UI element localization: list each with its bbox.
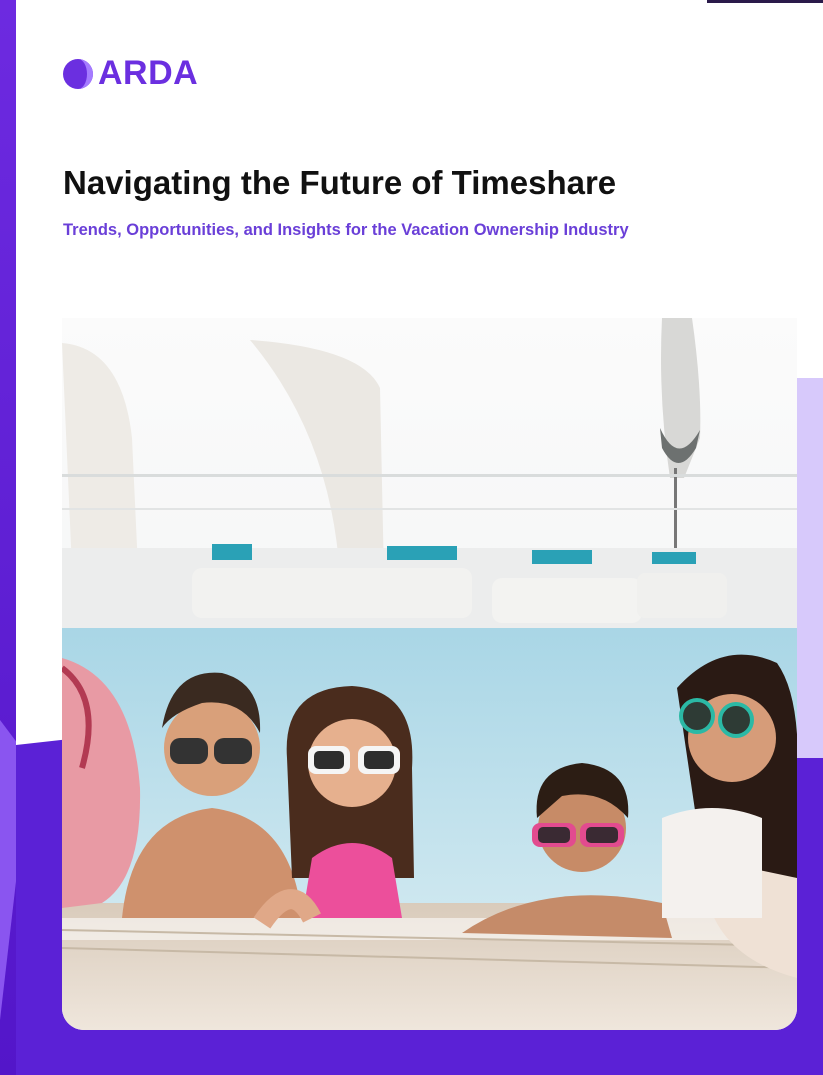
arda-logo: ARDA: [62, 54, 198, 93]
family-in-pool-photo: [62, 318, 797, 1030]
arda-logo-mark-icon: [62, 58, 94, 90]
document-subtitle: Trends, Opportunities, and Insights for …: [63, 221, 629, 239]
brand-name: ARDA: [98, 54, 199, 92]
lavender-accent-strip: [795, 378, 823, 758]
top-edge-bar: [707, 0, 823, 3]
document-cover-page: ARDA Navigating the Future of Timeshare …: [16, 0, 823, 1075]
document-title: Navigating the Future of Timeshare: [63, 164, 617, 201]
